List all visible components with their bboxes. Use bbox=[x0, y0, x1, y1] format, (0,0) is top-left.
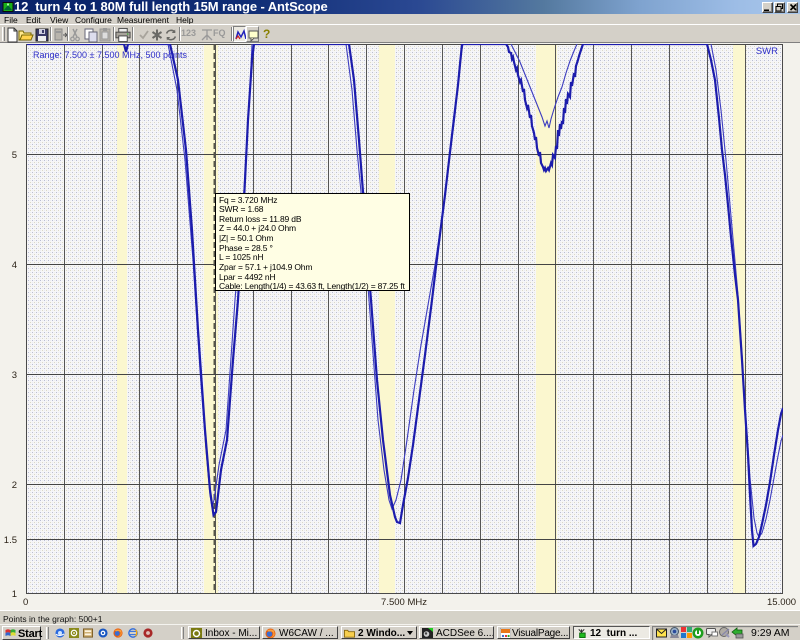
svg-text:SWR: SWR bbox=[756, 46, 778, 57]
svg-text:2: 2 bbox=[12, 480, 17, 491]
svg-text:15.000: 15.000 bbox=[767, 597, 796, 608]
svg-text:Range: 7.500 ± 7.500 MHz, 500: Range: 7.500 ± 7.500 MHz, 500 points bbox=[33, 50, 188, 60]
svg-text:1: 1 bbox=[12, 589, 17, 600]
svg-text:3: 3 bbox=[12, 370, 17, 381]
svg-text:4: 4 bbox=[12, 260, 17, 271]
svg-text:5: 5 bbox=[12, 150, 17, 161]
svg-text:1.5: 1.5 bbox=[4, 535, 17, 546]
svg-text:7.500 MHz: 7.500 MHz bbox=[381, 597, 427, 608]
svg-text:0: 0 bbox=[23, 597, 28, 608]
